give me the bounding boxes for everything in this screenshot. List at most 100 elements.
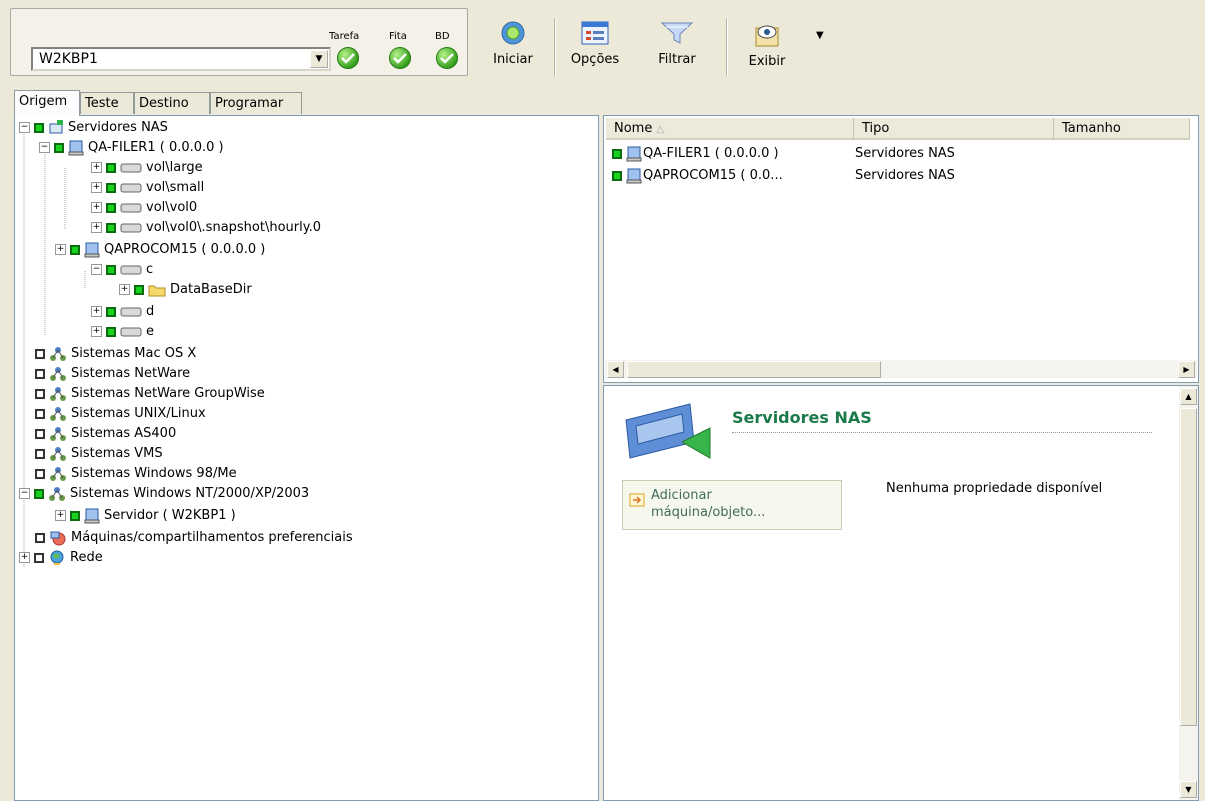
toolbar: W2KBP1 ▼ Tarefa Fita BD Iniciar Opções F… <box>4 4 1201 88</box>
tree-item[interactable]: Sistemas VMS <box>35 444 163 464</box>
scroll-down-icon[interactable]: ▼ <box>1180 781 1197 798</box>
tab-programar[interactable]: Programar <box>210 92 302 114</box>
source-tree[interactable]: − Servidores NAS − QA-FILER1 ( 0.0.0.0 ) +… <box>14 115 599 801</box>
view-dropdown-arrow-icon[interactable]: ▼ <box>816 30 824 41</box>
tree-checkbox[interactable] <box>70 510 80 521</box>
tree-item[interactable]: + vol\large <box>91 158 203 178</box>
table-row[interactable]: QAPROCOM15 ( 0.0... Servidores NAS <box>612 166 955 186</box>
tree-item[interactable]: Máquinas/compartilhamentos preferenciais <box>35 528 353 548</box>
column-header-type[interactable]: Tipo <box>854 118 1054 140</box>
tree-checkbox[interactable] <box>34 552 44 563</box>
tape-status-ok-icon[interactable] <box>389 47 411 69</box>
expand-icon[interactable]: + <box>91 222 102 233</box>
tab-destino[interactable]: Destino <box>134 92 210 114</box>
column-header-size[interactable]: Tamanho <box>1054 118 1190 140</box>
tree-item[interactable]: Sistemas UNIX/Linux <box>35 404 206 424</box>
tree-item[interactable]: + DataBaseDir <box>119 280 252 300</box>
horizontal-scrollbar[interactable]: ◀ ▶ <box>605 360 1197 378</box>
tree-checkbox[interactable] <box>35 348 45 359</box>
volume-icon <box>120 163 142 172</box>
tree-checkbox[interactable] <box>35 408 45 419</box>
horizontal-scroll-thumb[interactable] <box>627 361 881 378</box>
vertical-scroll-thumb[interactable] <box>1180 408 1197 726</box>
tree-checkbox[interactable] <box>134 284 144 295</box>
collapse-icon[interactable]: − <box>19 488 30 499</box>
expand-icon[interactable]: + <box>55 244 66 255</box>
tree-checkbox[interactable] <box>35 448 45 459</box>
tree-item[interactable]: Sistemas Mac OS X <box>35 344 196 364</box>
tree-item[interactable]: + e <box>91 322 154 342</box>
column-header-name[interactable]: Nome △ <box>606 118 854 140</box>
tree-checkbox[interactable] <box>35 532 45 543</box>
tree-item[interactable]: + Servidor ( W2KBP1 ) <box>55 506 236 526</box>
expand-icon[interactable]: + <box>19 552 30 563</box>
tree-checkbox[interactable] <box>106 162 116 173</box>
tree-checkbox[interactable] <box>70 244 80 255</box>
expand-icon[interactable]: + <box>91 306 102 317</box>
expand-icon[interactable]: + <box>91 182 102 193</box>
tree-item[interactable]: Sistemas Windows 98/Me <box>35 464 237 484</box>
filter-button[interactable]: Filtrar <box>644 14 710 82</box>
tree-item[interactable]: Sistemas NetWare GroupWise <box>35 384 265 404</box>
tree-item[interactable]: + d <box>91 302 154 322</box>
start-button[interactable]: Iniciar <box>480 14 546 82</box>
vertical-scrollbar[interactable]: ▲ ▼ <box>1179 386 1198 800</box>
tree-checkbox[interactable] <box>35 368 45 379</box>
tree-item[interactable]: + vol\vol0 <box>91 198 197 218</box>
expand-icon[interactable]: + <box>119 284 130 295</box>
tree-item[interactable]: − c <box>91 260 153 280</box>
network-systems-icon <box>50 386 66 401</box>
row-checkbox[interactable] <box>612 170 622 181</box>
view-icon <box>755 25 779 47</box>
tree-item[interactable]: + Rede <box>19 548 103 568</box>
scroll-left-icon[interactable]: ◀ <box>607 361 624 378</box>
tree-item[interactable]: Sistemas NetWare <box>35 364 190 384</box>
tree-checkbox[interactable] <box>34 488 44 499</box>
server-selector-panel: W2KBP1 ▼ Tarefa Fita BD <box>10 8 468 76</box>
db-status-ok-icon[interactable] <box>436 47 458 69</box>
collapse-icon[interactable]: − <box>19 122 30 133</box>
collapse-icon[interactable]: − <box>39 142 50 153</box>
tree-item[interactable]: − QA-FILER1 ( 0.0.0.0 ) <box>39 138 224 158</box>
tree-item[interactable]: − Servidores NAS <box>19 118 168 138</box>
network-systems-icon <box>50 426 66 441</box>
expand-icon[interactable]: + <box>55 510 66 521</box>
tree-checkbox[interactable] <box>35 468 45 479</box>
tree-checkbox[interactable] <box>35 388 45 399</box>
tree-item[interactable]: Sistemas AS400 <box>35 424 176 444</box>
tree-item-label: d <box>146 304 155 319</box>
tree-checkbox[interactable] <box>106 222 116 233</box>
tree-checkbox[interactable] <box>106 306 116 317</box>
tree-item[interactable]: + vol\small <box>91 178 204 198</box>
view-button[interactable]: Exibir <box>734 14 800 82</box>
scroll-up-icon[interactable]: ▲ <box>1180 388 1197 405</box>
server-combo[interactable]: W2KBP1 ▼ <box>31 47 331 71</box>
object-list[interactable]: Nome △ Tipo Tamanho QA-FILER1 ( 0.0.0.0 … <box>603 115 1199 383</box>
tree-checkbox[interactable] <box>106 326 116 337</box>
tree-item[interactable]: − Sistemas Windows NT/2000/XP/2003 <box>19 484 309 504</box>
expand-icon[interactable]: + <box>91 162 102 173</box>
expand-icon[interactable]: + <box>91 202 102 213</box>
tree-checkbox[interactable] <box>34 122 44 133</box>
tree-checkbox[interactable] <box>35 428 45 439</box>
tree-checkbox[interactable] <box>54 142 64 153</box>
tree-checkbox[interactable] <box>106 264 116 275</box>
tab-teste[interactable]: Teste <box>80 92 134 114</box>
details-panel: Servidores NAS Adicionar máquina/objeto.… <box>603 385 1199 801</box>
collapse-icon[interactable]: − <box>91 264 102 275</box>
tree-item[interactable]: + vol\vol0\.snapshot\hourly.0 <box>91 218 321 238</box>
scroll-right-icon[interactable]: ▶ <box>1178 361 1195 378</box>
add-machine-button[interactable]: Adicionar máquina/objeto... <box>622 480 842 530</box>
tree-item[interactable]: + QAPROCOM15 ( 0.0.0.0 ) <box>55 240 265 260</box>
status-label-tape: Fita <box>389 31 407 42</box>
tree-checkbox[interactable] <box>106 202 116 213</box>
options-button[interactable]: Opções <box>562 14 628 82</box>
tab-origem[interactable]: Origem <box>14 90 80 116</box>
tree-checkbox[interactable] <box>106 182 116 193</box>
chevron-down-icon[interactable]: ▼ <box>310 50 328 68</box>
row-checkbox[interactable] <box>612 148 622 159</box>
arrow-right-icon <box>629 493 645 507</box>
task-status-ok-icon[interactable] <box>337 47 359 69</box>
expand-icon[interactable]: + <box>91 326 102 337</box>
table-row[interactable]: QA-FILER1 ( 0.0.0.0 ) Servidores NAS <box>612 144 955 164</box>
